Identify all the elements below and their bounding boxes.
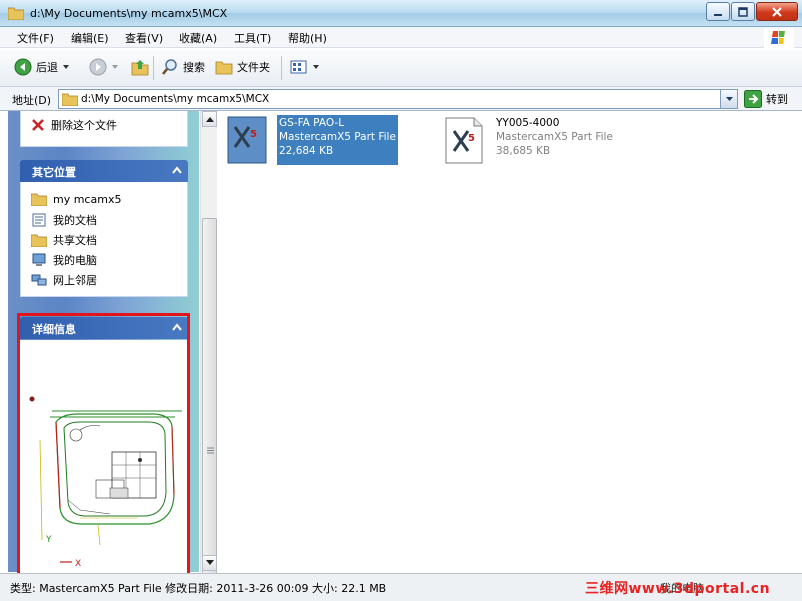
address-input[interactable]: d:\My Documents\my mcamx5\MCX	[58, 89, 738, 109]
status-text: 类型: MastercamX5 Part File 修改日期: 2011-3-2…	[10, 582, 387, 595]
views-button[interactable]	[290, 58, 320, 76]
documents-icon	[32, 213, 46, 227]
scrollbar-thumb[interactable]	[202, 218, 217, 588]
back-label: 后退	[36, 61, 58, 74]
maximize-icon	[738, 6, 748, 17]
go-label: 转到	[766, 93, 788, 106]
menu-help[interactable]: 帮助(H)	[285, 30, 330, 46]
address-path: d:\My Documents\my mcamx5\MCX	[81, 93, 270, 105]
scroll-up-button[interactable]	[202, 111, 217, 127]
back-button[interactable]: 后退	[14, 58, 70, 76]
go-arrow-icon	[744, 90, 762, 108]
file-name: YY005-4000	[496, 117, 560, 129]
place-label: 我的电脑	[53, 254, 97, 267]
search-label: 搜索	[183, 61, 205, 74]
watermark-text: 三维网www.3dportal.cn	[585, 581, 771, 597]
place-label: 网上邻居	[53, 274, 97, 287]
folder-icon	[62, 93, 78, 106]
toolbar-separator	[153, 56, 154, 80]
windows-logo-icon	[764, 28, 794, 48]
address-bar: 地址(D) d:\My Documents\my mcamx5\MCX 转到	[0, 87, 802, 111]
place-my-mcamx5[interactable]: my mcamx5	[31, 192, 121, 206]
mastercam-file-icon: 5	[444, 115, 486, 165]
arrow-down-icon	[205, 560, 214, 565]
file-type: MastercamX5 Part File	[496, 131, 613, 143]
chevron-down-icon	[112, 65, 118, 69]
svg-text:5: 5	[250, 129, 257, 140]
place-label: 我的文档	[53, 214, 97, 227]
file-size: 22,684 KB	[279, 145, 334, 157]
search-button[interactable]: 搜索	[161, 58, 205, 76]
place-shared-documents[interactable]: 共享文档	[31, 232, 97, 248]
svg-text:5: 5	[468, 133, 475, 144]
search-icon	[162, 59, 177, 75]
minimize-icon	[714, 13, 722, 16]
folder-icon	[31, 234, 47, 247]
file-item[interactable]: 5 YY005-4000 MastercamX5 Part File 38,68…	[444, 115, 615, 165]
file-item[interactable]: 5 GS-FA PAO-L MastercamX5 Part File 22,6…	[227, 115, 398, 165]
close-button[interactable]	[756, 2, 798, 21]
place-label: my mcamx5	[53, 192, 122, 206]
folders-button[interactable]: 文件夹	[215, 58, 270, 76]
other-places-header[interactable]: 其它位置	[20, 160, 188, 182]
up-folder-button[interactable]	[131, 58, 149, 76]
menu-favorites[interactable]: 收藏(A)	[176, 30, 220, 46]
up-folder-icon	[131, 60, 149, 76]
other-places-list: my mcamx5 我的文档 共享文档 我的电脑 网上邻居	[20, 182, 188, 297]
mastercam-file-icon: 5	[227, 115, 269, 165]
delete-file-label: 删除这个文件	[51, 119, 117, 132]
file-info: GS-FA PAO-L MastercamX5 Part File 22,684…	[277, 115, 398, 165]
menu-file[interactable]: 文件(F)	[14, 30, 57, 46]
back-arrow-icon	[14, 58, 32, 76]
menu-view[interactable]: 查看(V)	[122, 30, 166, 46]
details-highlight-box	[17, 313, 190, 576]
folders-label: 文件夹	[237, 61, 270, 74]
chevron-down-icon	[725, 97, 733, 101]
vertical-scrollbar[interactable]	[200, 111, 217, 588]
delete-file-link[interactable]: 删除这个文件	[31, 117, 117, 133]
scroll-down-button[interactable]	[202, 555, 217, 571]
grip-icon	[207, 447, 214, 454]
window-title: d:\My Documents\my mcamx5\MCX	[30, 7, 228, 20]
address-dropdown-button[interactable]	[720, 90, 737, 108]
chevron-down-icon	[63, 65, 69, 69]
menu-edit[interactable]: 编辑(E)	[68, 30, 112, 46]
delete-icon	[32, 119, 44, 131]
place-my-computer[interactable]: 我的电脑	[31, 252, 97, 268]
toolbar-separator	[281, 56, 282, 80]
minimize-button[interactable]	[706, 2, 730, 21]
arrow-up-icon	[205, 117, 214, 122]
other-places-title: 其它位置	[32, 166, 76, 179]
go-button[interactable]: 转到	[744, 90, 788, 108]
menu-bar: 文件(F) 编辑(E) 查看(V) 收藏(A) 工具(T) 帮助(H)	[0, 27, 802, 48]
close-icon	[772, 6, 782, 17]
network-icon	[31, 274, 47, 286]
file-list: 5 GS-FA PAO-L MastercamX5 Part File 22,6…	[217, 111, 802, 572]
computer-icon	[32, 253, 46, 266]
file-name: GS-FA PAO-L	[279, 117, 345, 129]
maximize-button[interactable]	[731, 2, 755, 21]
status-bar: 类型: MastercamX5 Part File 修改日期: 2011-3-2…	[0, 573, 802, 601]
file-info: YY005-4000 MastercamX5 Part File 38,685 …	[494, 115, 615, 165]
folders-icon	[215, 61, 233, 75]
folder-icon	[31, 193, 47, 206]
file-size: 38,685 KB	[496, 145, 551, 157]
title-bar: d:\My Documents\my mcamx5\MCX	[0, 0, 802, 27]
file-tasks-panel: 删除这个文件	[20, 111, 188, 147]
place-label: 共享文档	[53, 234, 97, 247]
file-type: MastercamX5 Part File	[279, 131, 396, 143]
forward-button[interactable]	[89, 58, 119, 76]
collapse-icon	[172, 166, 182, 174]
chevron-down-icon	[313, 65, 319, 69]
window-controls	[706, 2, 798, 21]
place-my-documents[interactable]: 我的文档	[31, 212, 97, 228]
views-icon	[290, 60, 307, 74]
toolbar: 后退 搜索 文件夹	[0, 49, 802, 87]
forward-arrow-icon	[89, 58, 107, 76]
menu-tools[interactable]: 工具(T)	[231, 30, 274, 46]
address-label: 地址(D)	[12, 94, 52, 107]
place-network[interactable]: 网上邻居	[31, 272, 97, 288]
folder-icon	[8, 7, 24, 20]
